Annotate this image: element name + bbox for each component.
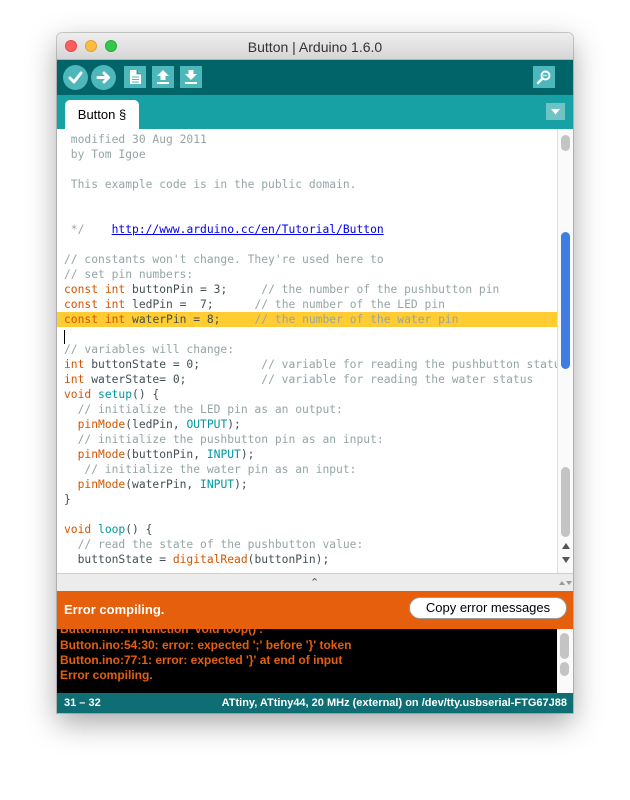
- scroll-up-icon[interactable]: [561, 541, 571, 551]
- save-icon: [185, 70, 197, 84]
- editor-scrollbar[interactable]: [557, 129, 573, 598]
- console-scrollbar-thumb[interactable]: [560, 633, 569, 659]
- status-message: Error compiling.: [64, 602, 165, 617]
- code-line: // initialize the pushbutton pin as an i…: [64, 433, 384, 446]
- open-sketch-button[interactable]: [152, 66, 174, 88]
- code-line-highlighted: const int waterPin = 8; // the number of…: [57, 312, 557, 327]
- save-sketch-button[interactable]: [180, 66, 202, 88]
- upload-button[interactable]: [91, 65, 116, 90]
- code-line: const int ledPin = 7; // the number of t…: [64, 298, 445, 311]
- console-line: Error compiling.: [60, 668, 153, 682]
- arduino-window: Button | Arduino 1.6.0 Button § modified…: [57, 33, 573, 713]
- console-line: Button.ino: In function 'void loop()':: [60, 629, 263, 636]
- code-editor[interactable]: modified 30 Aug 2011 by Tom Igoe This ex…: [57, 129, 557, 598]
- status-bar: Error compiling. Copy error messages: [57, 591, 573, 629]
- open-icon: [157, 70, 169, 84]
- new-sketch-button[interactable]: [124, 66, 146, 88]
- tutorial-link[interactable]: http://www.arduino.cc/en/Tutorial/Button: [112, 223, 384, 236]
- triangle-down-icon: [551, 109, 560, 115]
- console-scroll-track: [560, 662, 569, 676]
- console-scrollbar[interactable]: [557, 629, 573, 693]
- code-line: // constants won't change. They're used …: [64, 253, 384, 266]
- magnifier-icon: [536, 70, 551, 85]
- console-line: Button.ino:54:30: error: expected ';' be…: [60, 638, 352, 652]
- title-bar: Button | Arduino 1.6.0: [57, 33, 573, 60]
- code-line: void loop() {: [64, 523, 153, 536]
- tab-bar: Button §: [57, 95, 573, 129]
- code-line: http://www.arduino.cc/en/Tutorial/Button: [64, 207, 384, 236]
- toolbar: [57, 60, 573, 95]
- code-line: modified 30 Aug 2011: [64, 133, 207, 146]
- line-number-range: 31 – 32: [64, 697, 101, 709]
- scroll-arrows-icon[interactable]: [558, 578, 572, 588]
- code-line: pinMode(buttonPin, INPUT);: [77, 448, 255, 461]
- code-line: // variables will change:: [64, 343, 235, 356]
- new-icon: [130, 70, 141, 84]
- code-line: }: [64, 493, 71, 506]
- console-splitter[interactable]: ⌃: [57, 573, 573, 592]
- window-title: Button | Arduino 1.6.0: [247, 39, 383, 55]
- scroll-track-top: [561, 135, 570, 151]
- code-line: buttonState = digitalRead(buttonPin);: [77, 553, 330, 566]
- code-line: // read the state of the pushbutton valu…: [64, 538, 364, 551]
- code-line: // set pin numbers:: [64, 268, 194, 281]
- scroll-down-icon[interactable]: [561, 555, 571, 565]
- code-line: */: [64, 223, 85, 236]
- code-line: pinMode(waterPin, INPUT);: [77, 478, 248, 491]
- verify-button[interactable]: [63, 65, 88, 90]
- scrollbar-thumb[interactable]: [561, 232, 570, 369]
- code-line: pinMode(ledPin, OUTPUT);: [77, 418, 241, 431]
- footer-bar: 31 – 32 ATtiny, ATtiny44, 20 MHz (extern…: [57, 693, 573, 713]
- board-port-info: ATtiny, ATtiny44, 20 MHz (external) on /…: [221, 697, 567, 709]
- code-line: // initialize the water pin as an input:: [64, 463, 357, 476]
- tab-menu-button[interactable]: [546, 103, 565, 120]
- upload-icon: [96, 71, 110, 84]
- serial-monitor-button[interactable]: [533, 66, 555, 88]
- code-line: int buttonState = 0; // variable for rea…: [64, 358, 557, 371]
- code-line: This example code is in the public domai…: [64, 178, 357, 191]
- splitter-handle[interactable]: ⌃: [310, 576, 319, 589]
- code-line: void setup() {: [64, 388, 160, 401]
- copy-error-messages-button[interactable]: Copy error messages: [409, 597, 567, 619]
- code-line: by Tom Igoe: [64, 148, 146, 161]
- code-line: const int buttonPin = 3; // the number o…: [64, 283, 500, 296]
- console-line: Button.ino:77:1: error: expected '}' at …: [60, 653, 343, 667]
- code-line: // initialize the LED pin as an output:: [64, 403, 343, 416]
- scroll-track-bottom: [561, 467, 570, 537]
- tab-button-sketch[interactable]: Button §: [65, 100, 139, 129]
- console-output[interactable]: Button.ino: In function 'void loop()': B…: [57, 629, 573, 693]
- verify-icon: [68, 71, 83, 84]
- code-line: int waterState= 0; // variable for readi…: [64, 373, 534, 386]
